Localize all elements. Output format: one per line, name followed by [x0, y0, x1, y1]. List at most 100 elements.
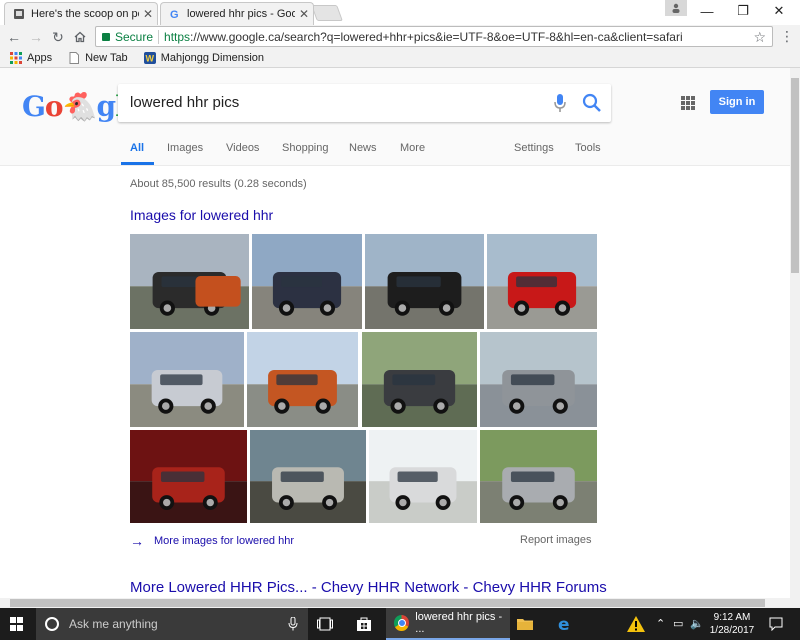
bookmark-mahjongg[interactable]: W Mahjongg Dimension: [143, 52, 265, 64]
more-images-label: More images for lowered hhr: [154, 535, 295, 547]
secure-indicator[interactable]: Secure: [96, 30, 153, 44]
new-tab-button[interactable]: [311, 5, 343, 21]
vertical-scrollbar[interactable]: [790, 68, 800, 600]
google-header: Go🐔gle lowered hhr pics Sign in All Imag…: [0, 68, 790, 166]
page-viewport: Go🐔gle lowered hhr pics Sign in All Imag…: [0, 68, 790, 600]
url-text: ://www.google.ca/search?q=lowered+hhr+pi…: [190, 29, 683, 44]
home-button[interactable]: [69, 27, 91, 47]
divider: [158, 29, 160, 44]
lock-icon: [102, 32, 110, 41]
tab-tools[interactable]: Tools: [575, 142, 601, 154]
report-images-link[interactable]: Report images: [520, 534, 592, 546]
page-icon: [69, 52, 80, 64]
image-thumbnail[interactable]: [130, 430, 247, 523]
image-thumbnail[interactable]: [480, 332, 597, 427]
url-scheme: https: [164, 29, 191, 44]
results-count: About 85,500 results (0.28 seconds): [130, 178, 307, 190]
back-arrow-icon: ←: [7, 29, 21, 45]
image-thumbnail[interactable]: [247, 332, 358, 427]
browser-toolbar: ← → ↻ Secure https ://www.google.ca/sear…: [0, 25, 800, 49]
minimize-button[interactable]: —: [688, 0, 726, 22]
search-query[interactable]: lowered hhr pics: [130, 94, 239, 111]
volume-icon[interactable]: 🔈: [690, 617, 704, 630]
bookmark-apps[interactable]: Apps: [10, 52, 52, 64]
bookmark-star-icon[interactable]: ☆: [753, 29, 766, 46]
image-thumbnail[interactable]: [250, 430, 366, 523]
scrollbar-thumb[interactable]: [10, 599, 765, 607]
clock-time: 9:12 AM: [713, 612, 751, 623]
close-tab-icon[interactable]: ✕: [139, 7, 157, 21]
image-thumbnail[interactable]: [365, 234, 484, 329]
tab-all[interactable]: All: [130, 142, 144, 154]
bookmarks-bar: Apps New Tab W Mahjongg Dimension: [0, 49, 800, 68]
sign-in-button[interactable]: Sign in: [710, 90, 764, 114]
address-bar[interactable]: Secure https ://www.google.ca/search?q=l…: [95, 26, 773, 47]
bookmark-label: Apps: [27, 52, 53, 64]
windows-start-icon[interactable]: [10, 617, 24, 631]
search-box[interactable]: lowered hhr pics: [118, 84, 611, 122]
store-icon[interactable]: [354, 614, 374, 634]
browser-menu-icon[interactable]: ⋮: [780, 28, 794, 45]
microphone-icon[interactable]: [552, 92, 568, 114]
bookmark-label: Mahjongg Dimension: [160, 52, 265, 64]
secure-label: Secure: [115, 29, 154, 44]
tab-videos[interactable]: Videos: [226, 142, 259, 154]
reload-icon: ↻: [52, 28, 64, 45]
more-images-link[interactable]: → More images for lowered hhr: [130, 533, 294, 549]
close-tab-icon[interactable]: ✕: [295, 7, 313, 21]
svg-text:G: G: [170, 9, 179, 20]
user-profile-button[interactable]: [665, 0, 687, 16]
back-button[interactable]: ←: [3, 27, 25, 47]
search-result-title-link[interactable]: More Lowered HHR Pics... - Chevy HHR Net…: [130, 579, 607, 596]
edge-icon[interactable]: e: [556, 614, 576, 634]
image-thumbnail[interactable]: [130, 234, 249, 329]
folder-icon[interactable]: [515, 614, 535, 634]
scrollbar-thumb[interactable]: [791, 78, 799, 273]
tab-more[interactable]: More: [400, 142, 425, 154]
system-clock[interactable]: 9:12 AM 1/28/2017: [706, 611, 758, 637]
images-heading-link[interactable]: Images for lowered hhr: [130, 207, 273, 223]
warning-notification-icon[interactable]: [626, 614, 646, 634]
page-favicon-icon: [14, 9, 24, 19]
image-thumbnail[interactable]: [252, 234, 362, 329]
tab-active[interactable]: G lowered hhr pics - Goog ✕: [160, 2, 314, 25]
search-icon[interactable]: [581, 92, 603, 114]
task-view-icon[interactable]: [315, 614, 335, 634]
tab-shopping[interactable]: Shopping: [282, 142, 329, 154]
tab-inactive[interactable]: Here's the scoop on pos ✕: [4, 2, 158, 25]
close-window-button[interactable]: ✕: [760, 0, 798, 22]
cortana-search-box[interactable]: Ask me anything: [36, 608, 308, 640]
cortana-icon: [45, 617, 59, 631]
image-thumbnail[interactable]: [480, 430, 597, 523]
maximize-button[interactable]: ❐: [724, 0, 762, 22]
image-thumbnail[interactable]: [369, 430, 477, 523]
clock-date: 1/28/2017: [709, 625, 755, 636]
forward-button[interactable]: →: [25, 27, 47, 47]
windows-taskbar: Ask me anything lowered hhr pics - ... e…: [0, 608, 800, 640]
bookmark-new-tab[interactable]: New Tab: [68, 52, 128, 64]
chrome-icon: [394, 615, 410, 631]
reload-button[interactable]: ↻: [47, 27, 69, 47]
google-apps-icon[interactable]: [681, 96, 695, 110]
tray-expand-icon[interactable]: ⌃: [656, 617, 665, 630]
cortana-placeholder: Ask me anything: [69, 617, 158, 631]
svg-text:e: e: [558, 615, 570, 633]
arrow-right-icon: →: [130, 533, 144, 549]
user-icon: [672, 3, 680, 13]
image-thumbnail[interactable]: [487, 234, 597, 329]
taskbar-chrome-button[interactable]: lowered hhr pics - ...: [386, 608, 510, 640]
tab-news[interactable]: News: [349, 142, 377, 154]
action-center-icon[interactable]: [766, 614, 786, 634]
tab-settings[interactable]: Settings: [514, 142, 554, 154]
tab-images[interactable]: Images: [167, 142, 203, 154]
image-thumbnail[interactable]: [362, 332, 477, 427]
horizontal-scrollbar[interactable]: [0, 598, 800, 608]
image-thumbnail[interactable]: [130, 332, 244, 427]
taskbar-chrome-label: lowered hhr pics - ...: [415, 611, 503, 635]
microphone-icon[interactable]: [288, 617, 298, 631]
network-icon[interactable]: ▭: [673, 617, 683, 630]
svg-text:W: W: [145, 54, 154, 64]
mahjongg-icon: W: [143, 52, 156, 64]
bookmark-label: New Tab: [85, 52, 128, 64]
google-favicon-icon: G: [170, 9, 179, 20]
